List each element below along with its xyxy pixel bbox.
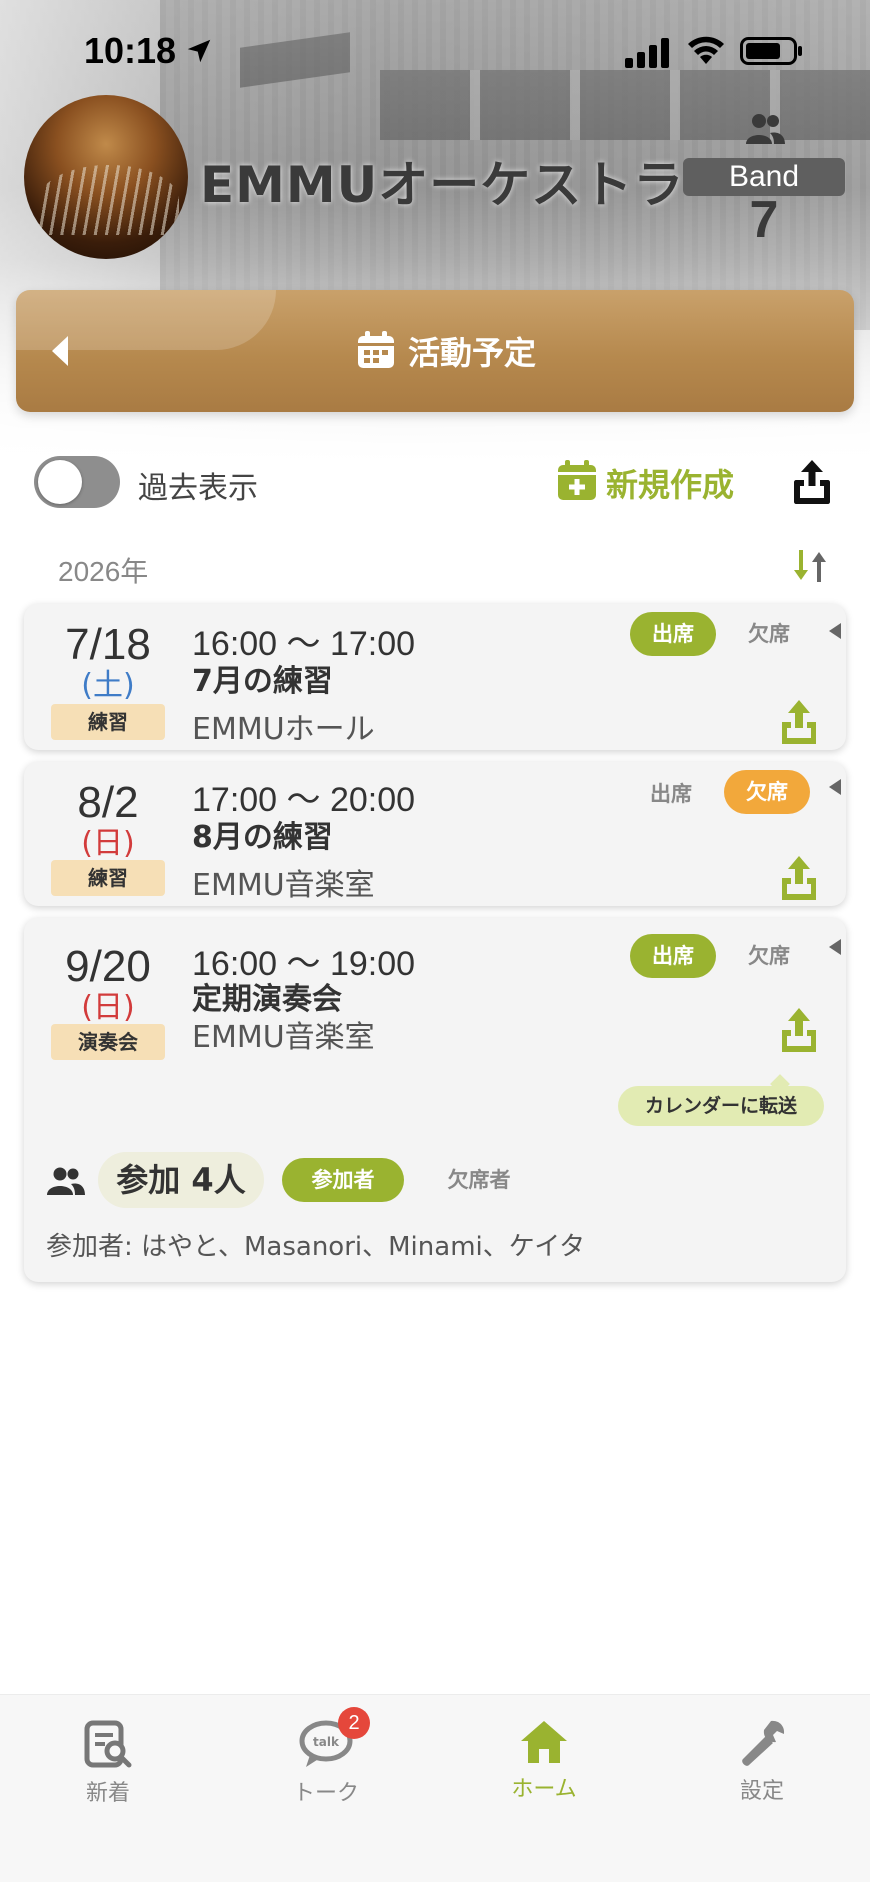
tab-talk[interactable]: talk 2 トーク: [236, 1707, 416, 1807]
members-icon: [746, 114, 785, 144]
cellular-signal-icon: [625, 38, 669, 68]
event-card[interactable]: 7/18 (土) 練習 16:00 〜 17:00 7月の練習 EMMUホール …: [24, 604, 846, 750]
sort-icon[interactable]: [790, 546, 830, 586]
past-display-label: 過去表示: [138, 471, 258, 506]
tab-label: 新着: [85, 1781, 130, 1806]
wrench-icon: [742, 1720, 785, 1766]
event-weekday: (土): [81, 668, 135, 703]
event-card-expanded[interactable]: 9/20 (日) 演奏会 16:00 〜 19:00 定期演奏会 EMMU音楽室…: [24, 918, 846, 1282]
status-time: 10:18: [84, 30, 177, 71]
attend-button[interactable]: 出席: [630, 934, 716, 978]
event-card[interactable]: 8/2 (日) 練習 17:00 〜 20:00 8月の練習 EMMU音楽室 出…: [24, 762, 846, 906]
toggle-knob: [38, 460, 82, 504]
calendar-add-icon[interactable]: [556, 460, 598, 502]
participants-tab[interactable]: 参加者: [282, 1158, 404, 1202]
tab-news[interactable]: 新着: [18, 1719, 198, 1807]
tab-label: ホーム: [511, 1777, 577, 1802]
new-event-button[interactable]: 新規作成: [606, 460, 734, 506]
expand-caret-icon[interactable]: [828, 622, 842, 640]
svg-text:talk: talk: [313, 1735, 340, 1749]
group-avatar[interactable]: [24, 95, 188, 259]
event-place: EMMU音楽室: [192, 1020, 375, 1055]
status-bar: 10:18: [0, 0, 870, 100]
year-heading: 2026年: [58, 556, 149, 587]
event-share-icon[interactable]: [778, 1006, 820, 1052]
event-place: EMMU音楽室: [192, 868, 375, 903]
past-display-toggle[interactable]: [34, 456, 120, 508]
unread-badge: 2: [338, 1707, 370, 1739]
schedule-banner: 活動予定: [16, 290, 854, 412]
share-icon[interactable]: [790, 458, 834, 504]
event-category-tag: 練習: [51, 860, 165, 896]
search-doc-icon: [84, 1720, 132, 1768]
home-icon: [521, 1721, 567, 1763]
tab-home[interactable]: ホーム: [454, 1719, 634, 1803]
absent-button[interactable]: 欠席: [730, 612, 808, 656]
group-name: EMMUオーケストラ: [200, 156, 685, 214]
member-count[interactable]: 7: [683, 190, 845, 250]
attend-button[interactable]: 出席: [628, 772, 714, 816]
event-category-tag: 演奏会: [51, 1024, 165, 1060]
banner-title: 活動予定: [408, 334, 537, 372]
calendar-transfer-tooltip[interactable]: カレンダーに転送: [618, 1086, 824, 1126]
calendar-icon: [358, 331, 394, 368]
absent-button[interactable]: 欠席: [730, 934, 808, 978]
attend-button[interactable]: 出席: [630, 612, 716, 656]
event-share-icon[interactable]: [778, 698, 820, 744]
participants-list: 参加者: はやと、Masanori、Minami、ケイタ: [46, 1232, 586, 1262]
tab-label: トーク: [292, 1781, 359, 1806]
event-title: 7月の練習: [192, 664, 333, 699]
absent-button[interactable]: 欠席: [724, 770, 810, 814]
event-category-tag: 練習: [51, 704, 165, 740]
event-weekday: (日): [81, 990, 135, 1025]
absentees-tab[interactable]: 欠席者: [424, 1158, 534, 1202]
event-place: EMMUホール: [192, 712, 375, 747]
back-arrow-icon[interactable]: [46, 334, 76, 368]
battery-icon: [740, 37, 802, 65]
tab-settings[interactable]: 設定: [672, 1719, 852, 1805]
attendance-count: 参加 4人: [98, 1152, 264, 1208]
people-icon: [47, 1167, 85, 1195]
location-arrow-icon: [187, 39, 211, 63]
event-share-icon[interactable]: [778, 854, 820, 900]
event-title: 8月の練習: [192, 820, 333, 855]
bottom-tab-bar: 新着 talk 2 トーク ホーム 設定: [0, 1694, 870, 1882]
wifi-icon: [688, 36, 724, 64]
expand-caret-icon[interactable]: [828, 778, 842, 796]
expand-caret-icon[interactable]: [828, 938, 842, 956]
event-weekday: (日): [81, 826, 135, 861]
tab-label: 設定: [739, 1779, 784, 1804]
